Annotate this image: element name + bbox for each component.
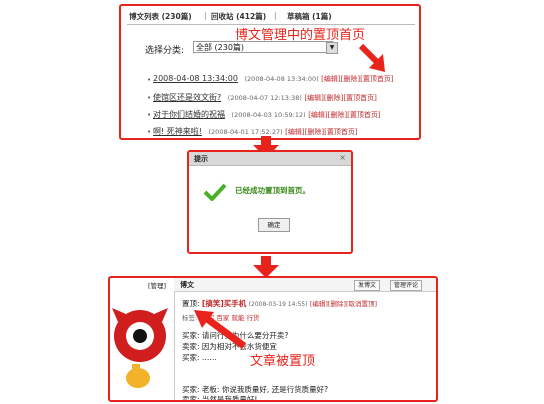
- category-select[interactable]: 全部 (230篇): [193, 41, 333, 53]
- delete-link[interactable]: [删除]: [341, 75, 360, 83]
- bullet-icon: •: [147, 128, 152, 136]
- ok-button[interactable]: 确定: [258, 218, 290, 232]
- bullet-icon: •: [147, 76, 152, 84]
- manage-comments-button[interactable]: 管理评论: [390, 280, 423, 291]
- post-date: (2008-04-01 17:52:27): [208, 128, 283, 136]
- tab-separator: |: [204, 11, 207, 20]
- post-row: 使馆区还是效文街? (2008-04-07 12:13:38) [编辑][删除]…: [153, 92, 377, 103]
- edit-link[interactable]: [编辑]: [321, 75, 340, 83]
- bullet-icon: •: [147, 94, 152, 102]
- close-icon[interactable]: ×: [339, 153, 346, 162]
- cancel-pin-link[interactable]: [取消置顶]: [346, 300, 377, 308]
- blog-tabs: 博文列表 (230篇) | 回收站 (412篇) | 草稿箱 (1篇): [127, 10, 415, 25]
- post-date: (2008-04-08 13:34:00): [244, 75, 319, 83]
- check-icon: [203, 183, 227, 201]
- chevron-down-icon[interactable]: ▼: [326, 42, 338, 54]
- pin-home-link[interactable]: [置顶首页]: [347, 111, 380, 119]
- new-post-button[interactable]: 发博文: [354, 280, 381, 291]
- dialog-title: 提示: [194, 155, 208, 163]
- avatar-column: [管理]: [110, 278, 175, 400]
- dialog-message: 已经成功置顶到首页。: [235, 186, 310, 195]
- pointer-arrow-icon: [194, 310, 247, 349]
- pin-home-link[interactable]: [置顶首页]: [324, 128, 357, 136]
- blog-header-label: 博文: [180, 281, 194, 289]
- delete-link[interactable]: [删除]: [328, 300, 346, 308]
- edit-link[interactable]: [编辑]: [308, 111, 327, 119]
- blog-manage-panel: 博文列表 (230篇) | 回收站 (412篇) | 草稿箱 (1篇) 博文管理…: [119, 4, 421, 140]
- pointer-arrow-icon: [358, 43, 385, 72]
- post-title[interactable]: 对于你们结婚的祝福: [153, 110, 225, 119]
- post-date: (2008-04-03 10:59:12): [231, 111, 306, 119]
- dialog-header: 提示 ×: [189, 152, 351, 166]
- mascot-avatar: [112, 308, 168, 388]
- delete-link[interactable]: [删除]: [305, 128, 324, 136]
- tab-drafts[interactable]: 草稿箱 (1篇): [287, 11, 332, 22]
- post-title[interactable]: 使馆区还是效文街?: [153, 93, 221, 102]
- blog-home-panel: [管理] 博文 发博文 管理评论 置顶: [搞笑]买手机 (2008-03-19…: [108, 276, 438, 402]
- post-body-line: 卖家: 当然是我质量好!: [182, 395, 258, 402]
- manage-link[interactable]: [管理]: [148, 280, 166, 290]
- blog-header-bar: 博文 发博文 管理评论: [174, 278, 436, 292]
- edit-link[interactable]: [编辑]: [285, 128, 304, 136]
- pin-home-link[interactable]: [置顶首页]: [360, 75, 393, 83]
- success-dialog: 提示 × 已经成功置顶到首页。 确定: [187, 150, 353, 254]
- filter-label: 选择分类:: [145, 46, 185, 56]
- delete-link[interactable]: [删除]: [324, 94, 343, 102]
- tab-blog-list[interactable]: 博文列表 (230篇): [129, 11, 192, 22]
- tab-recycle-bin[interactable]: 回收站 (412篇): [211, 11, 266, 22]
- post-date: (2008-04-07 12:13:38): [227, 94, 302, 102]
- bullet-icon: •: [147, 111, 152, 119]
- down-arrow-icon: [253, 256, 279, 278]
- post-title[interactable]: 2008-04-08 13:34:00: [153, 74, 238, 83]
- post-body-line: 买家: ……: [182, 353, 217, 362]
- tab-separator: |: [274, 11, 277, 20]
- annotation-note: 文章被置顶: [250, 350, 316, 369]
- delete-link[interactable]: [删除]: [328, 111, 347, 119]
- pin-home-link[interactable]: [置顶首页]: [343, 94, 376, 102]
- post-row: 对于你们结婚的祝福 (2008-04-03 10:59:12) [编辑][删除]…: [153, 109, 381, 120]
- pinned-post-date: (2008-03-19 14:55): [248, 301, 308, 308]
- edit-link[interactable]: [编辑]: [310, 300, 328, 308]
- post-title[interactable]: 啊! 死神来啦!: [153, 127, 202, 136]
- edit-link[interactable]: [编辑]: [304, 94, 323, 102]
